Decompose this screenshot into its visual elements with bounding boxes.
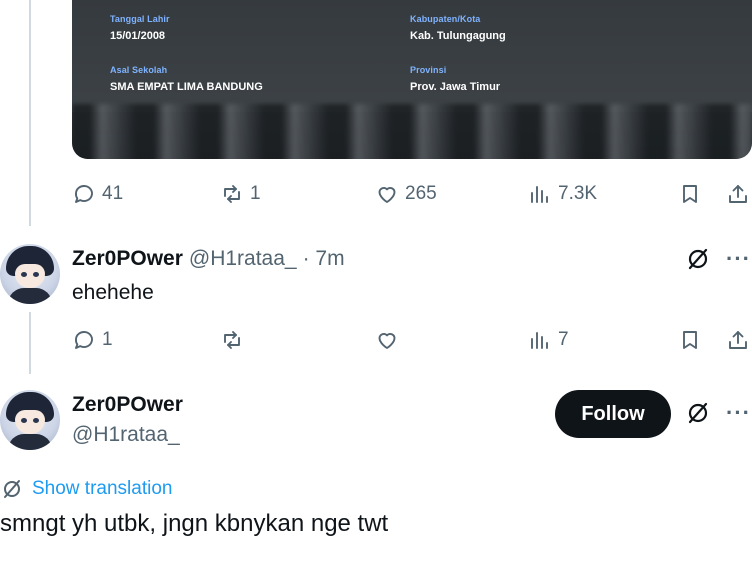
user-handle[interactable]: @H1rataa_ [189, 247, 297, 271]
reply-count: 1 [102, 329, 113, 350]
repost-count: 1 [250, 183, 261, 204]
card-field: Asal Sekolah SMA EMPAT LIMA BANDUNG [110, 65, 263, 93]
reply-actions: 1 7 [72, 326, 752, 354]
avatar[interactable] [0, 244, 60, 304]
user-handle[interactable]: @H1rataa_ [72, 423, 180, 447]
tweet-text: smngt yh utbk, jngn kbnykan nge twt [0, 510, 389, 537]
display-name[interactable]: Zer0POwer [72, 247, 183, 271]
card-field: Kabupaten/Kota Kab. Tulungagung [410, 14, 506, 42]
like-count: 265 [405, 183, 437, 204]
repost-button[interactable]: 1 [220, 180, 261, 208]
reply-count: 41 [102, 183, 124, 204]
heart-icon [378, 187, 396, 203]
avatar[interactable] [0, 390, 60, 450]
field-value: 15/01/2008 [110, 30, 166, 42]
tweet-actions: 41 1 265 7.3K [72, 180, 752, 208]
views-count: 7 [558, 329, 569, 350]
bookmark-icon [683, 331, 697, 349]
show-translation-label: Show translation [32, 478, 173, 499]
like-button[interactable] [375, 326, 405, 354]
thread-line [29, 312, 31, 374]
views-button[interactable]: 7.3K [528, 180, 597, 208]
share-icon [729, 185, 747, 203]
repost-icon [224, 331, 240, 349]
bookmark-button[interactable] [678, 326, 702, 354]
grok-icon [688, 402, 708, 424]
reply-button[interactable]: 1 [72, 326, 113, 354]
field-label: Tanggal Lahir [110, 14, 170, 24]
bookmark-icon [683, 185, 697, 203]
field-value: SMA EMPAT LIMA BANDUNG [110, 81, 263, 93]
grok-icon [4, 480, 20, 498]
more-icon[interactable]: ··· [726, 246, 751, 272]
share-icon [729, 331, 747, 349]
display-name[interactable]: Zer0POwer [72, 393, 183, 417]
views-icon [531, 186, 548, 203]
views-button[interactable]: 7 [528, 326, 569, 354]
reply-header: Zer0POwer @H1rataa_ · 7m [72, 247, 345, 271]
share-button[interactable] [726, 180, 750, 208]
reply-button[interactable]: 41 [72, 180, 123, 208]
repost-button[interactable] [220, 326, 250, 354]
share-button[interactable] [726, 326, 750, 354]
follow-button[interactable]: Follow [555, 390, 671, 438]
field-label: Provinsi [410, 65, 447, 75]
field-label: Kabupaten/Kota [410, 14, 481, 24]
grok-icon [688, 248, 708, 270]
like-button[interactable]: 265 [375, 180, 437, 208]
more-icon[interactable]: ··· [726, 400, 751, 426]
card-field: Provinsi Prov. Jawa Timur [410, 65, 500, 93]
thread-line [29, 0, 31, 226]
top-tweet: Tanggal Lahir 15/01/2008 Kabupaten/Kota … [0, 0, 752, 226]
field-value: Prov. Jawa Timur [410, 81, 501, 93]
views-icon [531, 332, 548, 349]
repost-icon [224, 185, 240, 203]
timestamp[interactable]: · 7m [303, 247, 345, 271]
reply-icon [75, 331, 93, 349]
field-value: Kab. Tulungagung [410, 30, 506, 42]
views-count: 7.3K [558, 183, 598, 204]
grok-button[interactable] [684, 399, 712, 427]
heart-icon [378, 333, 396, 349]
image-background [72, 104, 752, 159]
show-translation-link[interactable]: Show translation [0, 477, 172, 501]
reply-icon [75, 185, 93, 203]
field-label: Asal Sekolah [110, 65, 168, 75]
card-field: Tanggal Lahir 15/01/2008 [110, 14, 170, 42]
bookmark-button[interactable] [678, 180, 702, 208]
grok-button[interactable] [684, 245, 712, 273]
reply-text: ehehehe [72, 281, 154, 304]
attached-image[interactable]: Tanggal Lahir 15/01/2008 Kabupaten/Kota … [72, 0, 752, 159]
